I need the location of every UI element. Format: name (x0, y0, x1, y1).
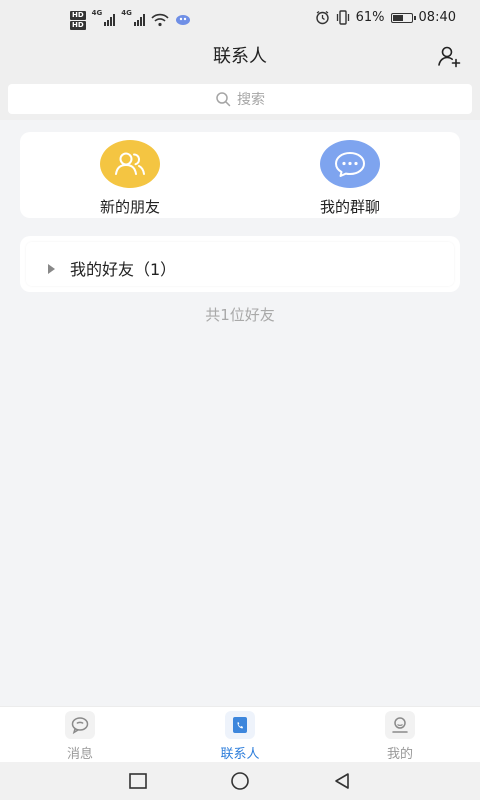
new-friends-button[interactable]: 新的朋友 (60, 140, 200, 217)
search-icon (216, 92, 231, 107)
recent-apps-button[interactable] (126, 770, 150, 792)
friends-group-row[interactable]: 我的好友（1） (26, 242, 454, 286)
network-type-1: 4G (91, 9, 103, 17)
hd-top-label: HD (70, 10, 86, 20)
back-triangle-icon (335, 773, 349, 789)
group-chats-button[interactable]: 我的群聊 (280, 140, 420, 217)
chat-bubble-icon (335, 152, 365, 177)
alarm-icon (315, 10, 329, 25)
new-friends-icon-bg (100, 140, 160, 188)
battery-level-fill (392, 14, 403, 21)
app-notification-icon (175, 15, 190, 25)
tab-contacts-label: 联系人 (220, 747, 260, 762)
friends-group-label: 我的好友（1） (70, 260, 177, 279)
circle-icon (231, 772, 249, 790)
tab-messages-label: 消息 (66, 747, 93, 762)
clock: 08:40 (418, 10, 456, 25)
tab-contacts[interactable]: 联系人 (190, 711, 290, 762)
search-input[interactable]: 搜索 (8, 84, 472, 114)
expand-triangle-icon[interactable] (48, 264, 55, 274)
tab-profile-icon-wrap (385, 711, 415, 739)
back-button[interactable] (330, 770, 354, 792)
battery-icon (390, 12, 416, 23)
message-icon (71, 717, 89, 735)
page-title: 联系人 (213, 46, 267, 67)
search-bar-area: 搜索 (0, 78, 480, 120)
people-icon (115, 152, 145, 175)
hd-bottom-label: HD (70, 20, 86, 30)
add-contact-icon[interactable] (436, 44, 462, 70)
group-chats-icon-bg (320, 140, 380, 188)
tab-profile-label: 我的 (386, 747, 413, 762)
search-placeholder: 搜索 (237, 92, 265, 108)
network-type-2: 4G (121, 9, 132, 17)
bottom-tab-bar: 消息 联系人 我的 (0, 706, 480, 763)
quick-actions-card: 新的朋友 我的群聊 (20, 132, 460, 218)
group-chats-label: 我的群聊 (319, 198, 380, 216)
home-button[interactable] (228, 770, 252, 792)
tab-messages-icon-wrap (65, 711, 95, 739)
tab-messages[interactable]: 消息 (30, 711, 130, 762)
signal-icon-2 (133, 14, 145, 26)
vibrate-icon (336, 10, 349, 25)
tab-profile[interactable]: 我的 (350, 711, 450, 762)
profile-icon (392, 717, 408, 733)
wifi-icon (151, 13, 169, 27)
signal-icon (104, 14, 116, 26)
friends-group-card: 我的好友（1） (20, 236, 460, 292)
status-bar: HD HD 4G 4G 61% 08:40 (0, 0, 480, 40)
system-nav-bar (0, 762, 480, 800)
status-right: 61% 08:40 (315, 10, 456, 25)
contacts-book-icon (233, 717, 247, 733)
status-left: HD HD 4G 4G (70, 9, 191, 31)
hd-indicator: HD HD (70, 10, 86, 30)
new-friends-label: 新的朋友 (99, 198, 160, 216)
tab-contacts-icon-wrap (225, 711, 255, 739)
battery-percent: 61% (355, 10, 385, 25)
square-icon (129, 773, 147, 789)
friend-count-text: 共1位好友 (205, 306, 275, 324)
